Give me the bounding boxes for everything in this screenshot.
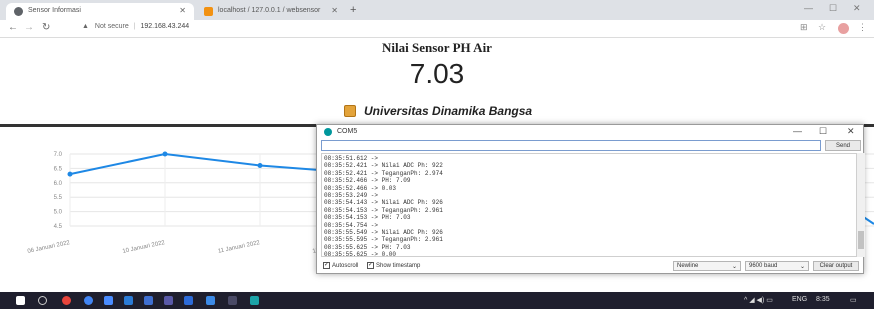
tab-label: localhost / 127.0.0.1 / websensor bbox=[218, 7, 321, 14]
y-tick-label: 6.0 bbox=[54, 181, 63, 187]
campus-name: Universitas Dinamika Bangsa bbox=[364, 104, 533, 118]
menu-icon[interactable]: ⋮ bbox=[858, 22, 867, 33]
back-icon[interactable]: ← bbox=[8, 22, 18, 33]
maximize-icon[interactable]: ☐ bbox=[829, 3, 837, 14]
serial-monitor-window: COM5 — ☐ ✕ Send 08:35:51.612 -> 08:35:52.… bbox=[316, 124, 865, 274]
opera-icon[interactable] bbox=[62, 296, 71, 305]
page-title: Nilai Sensor PH Air bbox=[382, 40, 492, 55]
browser-tab-bar: Sensor Informasi ✕ localhost / 127.0.0.1… bbox=[0, 0, 874, 20]
taskbar: ^ ◢ ◀) ▭ ENG 8:35 ▭ bbox=[0, 292, 874, 309]
database-icon bbox=[204, 7, 213, 16]
windows-start-icon[interactable] bbox=[16, 296, 25, 305]
notification-icon[interactable]: ▭ bbox=[850, 296, 857, 304]
data-point bbox=[162, 151, 168, 157]
avatar[interactable] bbox=[838, 23, 849, 34]
app-icon[interactable] bbox=[144, 296, 153, 305]
minimize-icon[interactable]: — bbox=[793, 126, 802, 136]
reload-icon[interactable]: ↻ bbox=[42, 22, 50, 33]
app-icon[interactable] bbox=[104, 296, 113, 305]
data-point bbox=[257, 163, 263, 169]
autoscroll-checkbox[interactable]: ✓ Autoscroll bbox=[323, 262, 358, 269]
serial-output: 08:35:51.612 -> 08:35:52.421 -> Nilai ADC… bbox=[321, 153, 857, 257]
serial-line: 08:35:52.421 -> TeganganPh: 2.974 bbox=[324, 169, 443, 177]
minimize-icon[interactable]: — bbox=[804, 3, 813, 13]
timestamp-label: Show timestamp bbox=[376, 262, 421, 269]
serial-line: 08:35:52.466 -> PH: 7.09 bbox=[324, 177, 411, 185]
serial-line: 08:35:52.466 -> 0.03 bbox=[324, 184, 397, 192]
close-window-icon[interactable]: ✕ bbox=[853, 3, 861, 14]
serial-line: 08:35:55.549 -> Nilai ADC Ph: 926 bbox=[324, 229, 443, 237]
url-host: 192.168.43.244 bbox=[140, 23, 190, 30]
checkbox-checked-icon: ✓ bbox=[323, 262, 330, 269]
serial-line: 08:35:55.625 -> PH: 7.03 bbox=[324, 243, 411, 251]
x-tick-label: 11 Januari 2022 bbox=[218, 240, 262, 255]
serial-line: 08:35:55.595 -> TeganganPh: 2.961 bbox=[324, 236, 443, 244]
serial-line: 08:35:51.612 -> bbox=[324, 155, 379, 162]
warning-icon: ▲ bbox=[82, 23, 89, 30]
y-tick-label: 4.5 bbox=[54, 224, 63, 230]
close-icon[interactable]: ✕ bbox=[331, 6, 338, 15]
arduino-icon bbox=[324, 128, 332, 136]
tab-phpmyadmin[interactable]: localhost / 127.0.0.1 / websensor ✕ bbox=[196, 3, 346, 20]
app-icon[interactable] bbox=[124, 296, 133, 305]
chrome-icon[interactable] bbox=[84, 296, 93, 305]
serial-line: 08:35:55.625 -> 0.00 bbox=[324, 251, 397, 257]
address-bar: ← → ↻ ▲ Not secure | 192.168.43.244 ⊞ ☆ … bbox=[0, 20, 874, 38]
serial-line: 08:35:53.249 -> bbox=[324, 192, 379, 200]
app-icon[interactable] bbox=[228, 296, 237, 305]
send-button[interactable]: Send bbox=[825, 140, 861, 151]
app-icon[interactable] bbox=[206, 296, 215, 305]
clear-output-button[interactable]: Clear output bbox=[813, 261, 859, 271]
url-security-label: Not secure bbox=[94, 23, 129, 30]
serial-line: 08:35:54.153 -> TeganganPh: 2.961 bbox=[324, 206, 443, 214]
serial-line: 08:35:54.143 -> Nilai ADC Ph: 926 bbox=[324, 199, 443, 207]
close-icon[interactable]: ✕ bbox=[179, 6, 186, 15]
baud-value: 9600 baud bbox=[749, 263, 778, 269]
chevron-down-icon: ⌄ bbox=[799, 264, 805, 270]
arduino-icon[interactable] bbox=[250, 296, 259, 305]
checkbox-checked-icon: ✓ bbox=[367, 262, 374, 269]
y-tick-label: 7.0 bbox=[54, 152, 63, 158]
globe-icon bbox=[14, 7, 23, 16]
serial-line: 08:35:54.153 -> PH: 7.03 bbox=[324, 214, 411, 222]
tab-sensor-informasi[interactable]: Sensor Informasi ✕ bbox=[6, 3, 194, 20]
serial-scrollbar[interactable] bbox=[857, 153, 865, 257]
serial-line: 08:35:54.754 -> bbox=[324, 221, 379, 229]
url-field[interactable]: ▲ Not secure | 192.168.43.244 bbox=[82, 23, 189, 30]
data-point bbox=[67, 171, 73, 177]
search-icon[interactable] bbox=[38, 296, 47, 305]
tray-icons[interactable]: ^ ◢ ◀) ▭ bbox=[744, 296, 773, 304]
scrollbar-thumb[interactable] bbox=[858, 231, 864, 249]
line-ending-value: Newline bbox=[677, 263, 699, 269]
university-logo-icon bbox=[344, 105, 356, 117]
chevron-down-icon: ⌄ bbox=[731, 264, 737, 270]
app-icon[interactable] bbox=[164, 296, 173, 305]
serial-input[interactable] bbox=[321, 140, 821, 151]
ph-value: 7.03 bbox=[409, 58, 465, 89]
y-tick-label: 6.5 bbox=[54, 166, 63, 172]
autoscroll-label: Autoscroll bbox=[332, 262, 359, 269]
bookmark-star-icon[interactable]: ☆ bbox=[818, 22, 826, 33]
campus-banner: Universitas Dinamika Bangsa bbox=[344, 104, 532, 118]
tray-time[interactable]: 8:35 bbox=[816, 296, 830, 303]
x-tick-label: 06 Januari 2022 bbox=[27, 240, 71, 255]
line-ending-select[interactable]: Newline ⌄ bbox=[673, 261, 741, 271]
serial-line: 08:35:52.421 -> Nilai ADC Ph: 922 bbox=[324, 162, 443, 170]
y-tick-label: 5.0 bbox=[54, 210, 63, 216]
app-icon[interactable] bbox=[184, 296, 193, 305]
serial-footer: ✓ Autoscroll ✓ Show timestamp Newline ⌄ … bbox=[321, 260, 861, 272]
serial-title: COM5 bbox=[337, 128, 358, 135]
new-tab-button[interactable]: + bbox=[350, 4, 356, 16]
close-window-icon[interactable]: ✕ bbox=[847, 126, 855, 137]
forward-icon[interactable]: → bbox=[24, 22, 34, 33]
baud-select[interactable]: 9600 baud ⌄ bbox=[745, 261, 809, 271]
y-tick-label: 5.5 bbox=[54, 195, 63, 201]
x-tick-label: 10 Januari 2022 bbox=[122, 240, 166, 255]
translate-icon[interactable]: ⊞ bbox=[800, 22, 808, 33]
timestamp-checkbox[interactable]: ✓ Show timestamp bbox=[367, 262, 420, 269]
maximize-icon[interactable]: ☐ bbox=[819, 126, 827, 137]
tray-language[interactable]: ENG bbox=[792, 296, 807, 303]
tab-label: Sensor Informasi bbox=[28, 7, 81, 14]
serial-titlebar: COM5 — ☐ ✕ bbox=[317, 125, 863, 139]
